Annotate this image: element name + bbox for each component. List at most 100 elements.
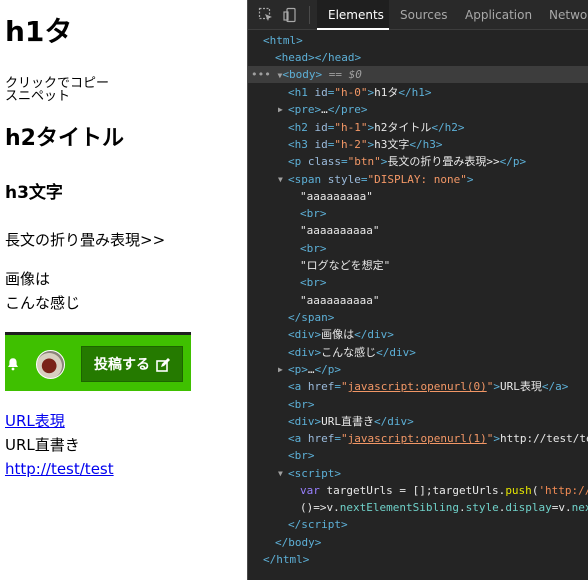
p-text: 長文の折り畳み表現>> <box>387 155 500 168</box>
node-pre[interactable]: ▶ <pre>…</pre> <box>248 101 588 118</box>
image-text-2: こんな感じ <box>5 294 81 312</box>
devtools-toolbar: Elements Sources Application Network <box>248 0 588 30</box>
node-div-image[interactable]: <div>画像は</div> <box>248 326 588 343</box>
node-head-close: head <box>328 51 355 64</box>
h1-text: h1タ <box>374 86 399 99</box>
image-text-1: 画像は <box>5 270 51 288</box>
script-fn: push <box>505 484 532 497</box>
script2-f: display <box>505 501 552 514</box>
span-text-3: "ログなどを想定" <box>300 259 391 272</box>
div-kanji-text: こんな感じ <box>321 346 377 359</box>
node-script-close[interactable]: </script> <box>248 516 588 533</box>
node-br-2[interactable]: <br> <box>248 240 588 257</box>
node-script[interactable]: ▼ <script> <box>248 465 588 482</box>
node-p[interactable]: ▶ <p>…</p> <box>248 361 588 378</box>
node-a0[interactable]: <a href="javascript:openurl(0)">URL表現</a… <box>248 378 588 395</box>
p-class: btn <box>354 155 375 168</box>
span-text-1: "aaaaaaaaa" <box>300 190 373 203</box>
url-raw-link-text[interactable]: http://test/test <box>5 460 114 478</box>
avatar[interactable] <box>36 350 65 379</box>
script-line-2[interactable]: ()=>v.nextElementSibling.style.display=v… <box>248 499 588 516</box>
node-span-text-2[interactable]: "aaaaaaaaaa" <box>248 222 588 239</box>
node-h2[interactable]: <h2 id="h-1">h2タイトル</h2> <box>248 119 588 136</box>
h2-text: h2タイトル <box>374 121 432 134</box>
node-html[interactable]: <html> <box>248 32 588 49</box>
post-button[interactable]: 投稿する <box>81 346 183 382</box>
page-h3: h3文字 <box>5 183 63 203</box>
tab-network[interactable]: Network <box>549 0 588 30</box>
copy-snippet-pre[interactable]: クリックでコピー スニペット <box>5 77 109 103</box>
script-keyword: var <box>300 484 320 497</box>
script2-d: style <box>465 501 499 514</box>
node-p-btn[interactable]: <p class="btn">長文の折り畳み表現>></p> <box>248 153 588 170</box>
node-html-close[interactable]: </html> <box>248 551 588 568</box>
node-span[interactable]: ▼ <span style="DISPLAY: none"> <box>248 171 588 188</box>
dom-tree: <html> <head></head> ••• ▼<body> == $0 <… <box>248 31 588 580</box>
script2-b: nextElementSibling <box>339 501 459 514</box>
node-div-kanji[interactable]: <div>こんな感じ</div> <box>248 344 588 361</box>
script-string: 'http:// <box>538 484 588 497</box>
post-bar: 投稿する <box>5 332 191 391</box>
node-html-close-tag: html <box>276 553 303 566</box>
script2-g: =v. <box>551 501 572 514</box>
script2-h: nex <box>571 501 588 514</box>
node-body-close[interactable]: </body> <box>248 534 588 551</box>
tab-application[interactable]: Application <box>465 0 532 30</box>
a1-text: http://test/te <box>499 432 588 445</box>
collapse-toggle[interactable]: 長文の折り畳み表現>> <box>5 229 165 251</box>
node-span-text-3[interactable]: "ログなどを想定" <box>248 257 588 274</box>
url-raw-link[interactable]: http://test/test <box>5 458 114 480</box>
pre-ellipsis: … <box>321 103 328 116</box>
node-span-text-4[interactable]: "aaaaaaaaaa" <box>248 292 588 309</box>
node-body-tag: body <box>288 68 316 81</box>
url-plain-text: URL直書き <box>5 436 80 454</box>
script-line-1[interactable]: var targetUrls = [];targetUrls.push('htt… <box>248 482 588 499</box>
script-decl: targetUrls = [];targetUrls. <box>319 484 506 497</box>
url-link[interactable]: URL表現 <box>5 410 65 432</box>
post-button-label: 投稿する <box>94 357 150 373</box>
script2-c: . <box>458 501 466 514</box>
node-menu-dots[interactable]: ••• <box>251 68 271 81</box>
expand-arrow-script[interactable]: ▼ <box>278 465 283 482</box>
div-url-text: URL直書き <box>321 415 374 428</box>
node-head-tag: head <box>281 51 309 64</box>
p-ellipsis: … <box>307 363 315 376</box>
h1-id: h-0 <box>341 86 361 99</box>
expand-arrow-p[interactable]: ▶ <box>278 361 283 378</box>
selected-marker: == $0 <box>328 68 362 81</box>
device-toolbar-icon[interactable] <box>283 7 299 23</box>
a0-text: URL表現 <box>499 380 542 393</box>
node-br-4[interactable]: <br> <box>248 396 588 413</box>
pre-line-2: スニペット <box>5 89 71 104</box>
page-h1: h1タ <box>5 15 73 48</box>
node-a1[interactable]: <a href="javascript:openurl(1)">http://t… <box>248 430 588 447</box>
tab-elements[interactable]: Elements <box>317 0 389 30</box>
span-style: DISPLAY: none <box>374 173 461 186</box>
span-text-2: "aaaaaaaaaa" <box>300 224 380 237</box>
node-div-url[interactable]: <div>URL直書き</div> <box>248 413 588 430</box>
tab-sources[interactable]: Sources <box>400 0 447 30</box>
node-html-tag: html <box>269 34 297 47</box>
expand-arrow-pre[interactable]: ▶ <box>278 101 283 118</box>
a1-href[interactable]: javascript:openurl(1) <box>348 432 487 445</box>
edit-icon <box>156 358 170 372</box>
node-head[interactable]: <head></head> <box>248 49 588 66</box>
devtools-panel: Elements Sources Application Network <ht… <box>247 0 588 580</box>
node-br-3[interactable]: <br> <box>248 274 588 291</box>
bell-icon[interactable] <box>6 357 20 371</box>
page-viewport: h1タ クリックでコピー スニペット h2タイトル h3文字 長文の折り畳み表現… <box>0 0 247 580</box>
h2-id: h-1 <box>341 121 361 134</box>
div-image-text: 画像は <box>321 328 355 341</box>
node-span-close[interactable]: </span> <box>248 309 588 326</box>
node-br-1[interactable]: <br> <box>248 205 588 222</box>
expand-arrow-span[interactable]: ▼ <box>278 171 283 188</box>
inspect-icon[interactable] <box>258 7 274 23</box>
url-link-text[interactable]: URL表現 <box>5 412 65 430</box>
node-body-selected[interactable]: ••• ▼<body> == $0 <box>248 66 588 83</box>
span-text-4: "aaaaaaaaaa" <box>300 294 380 307</box>
node-h3[interactable]: <h3 id="h-2">h3文字</h3> <box>248 136 588 153</box>
node-br-5[interactable]: <br> <box>248 447 588 464</box>
node-h1[interactable]: <h1 id="h-0">h1タ</h1> <box>248 84 588 101</box>
node-span-text-1[interactable]: "aaaaaaaaa" <box>248 188 588 205</box>
a0-href[interactable]: javascript:openurl(0) <box>348 380 487 393</box>
